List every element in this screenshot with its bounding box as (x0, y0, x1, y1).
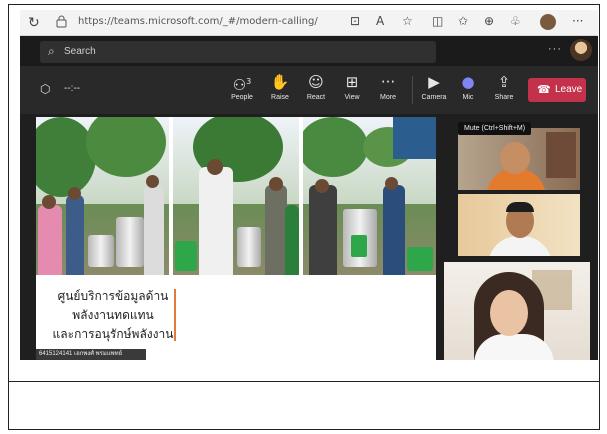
more-label: More (380, 94, 396, 101)
people-icon: ⚇3 (232, 76, 252, 94)
participant-tile-2[interactable] (458, 194, 580, 256)
share-button[interactable]: ⇪ Share (486, 72, 522, 101)
people-button[interactable]: ⚇3 People (224, 72, 260, 101)
search-box[interactable]: ⌕ Search (40, 41, 436, 63)
ellipsis-icon: ··· (380, 73, 396, 91)
raise-hand-button[interactable]: ✋ Raise (262, 72, 298, 101)
people-count: 3 (246, 77, 252, 86)
meeting-stage: ศูนย์บริการข้อมูลด้าน พลังงานทดแทน และกา… (20, 114, 598, 360)
url-text[interactable]: https://teams.microsoft.com/_#/modern-ca… (78, 16, 318, 27)
shared-photo-3 (303, 117, 436, 275)
view-label: View (344, 94, 360, 101)
smiley-icon: ☺ (308, 73, 324, 91)
meeting-timer: --:-- (64, 83, 81, 94)
address-bar: ↻ https://teams.microsoft.com/_#/modern-… (20, 10, 598, 36)
mic-button[interactable]: ● Mic (450, 72, 486, 101)
meeting-toolbar: ⬡ --:-- ⚇3 People ✋ Raise ☺ React ⊞ View… (20, 66, 598, 114)
document-row-divider (8, 381, 600, 382)
user-avatar[interactable] (570, 39, 592, 61)
presenter-name-tag: 6415124141 เอกพงศ์ พรมแพทย์ (36, 349, 146, 360)
split-screen-icon[interactable]: ◫ (432, 14, 443, 28)
camera-button[interactable]: ▶ Camera (416, 72, 452, 101)
more-icon[interactable]: ··· (572, 14, 583, 28)
video-camera-icon: ▶ (428, 73, 440, 91)
search-icon: ⌕ (48, 44, 55, 58)
profile-icon[interactable] (540, 14, 556, 30)
camera-blocked-icon[interactable]: ⊡ (350, 14, 360, 28)
lock-icon[interactable] (56, 15, 67, 28)
share-tray-icon: ⇪ (497, 73, 511, 91)
mic-label: Mic (462, 94, 474, 101)
teams-more-icon[interactable]: ··· (548, 43, 562, 55)
search-placeholder: Search (64, 46, 96, 57)
extensions-icon[interactable]: ♧ (510, 14, 521, 28)
react-button[interactable]: ☺ React (298, 72, 334, 101)
mute-tooltip: Mute (Ctrl+Shift+M) (458, 122, 532, 135)
participant-tile-1[interactable] (458, 128, 580, 190)
browser-window: ↻ https://teams.microsoft.com/_#/modern-… (20, 10, 598, 360)
read-aloud-icon[interactable]: A (376, 14, 384, 28)
raise-label: Raise (271, 94, 289, 101)
people-label: People (231, 94, 253, 101)
phone-hangup-icon: ☎ (537, 84, 551, 96)
slide-title-line-3: และการอนุรักษ์พลังงาน (52, 327, 174, 341)
toolbar-separator (412, 76, 413, 104)
favorite-icon[interactable]: ☆ (402, 14, 413, 28)
shared-photo-2 (173, 117, 299, 275)
slide-title-line-2: พลังงานทดแทน (72, 308, 154, 322)
grid-icon: ⊞ (345, 73, 359, 91)
favorites-bar-icon[interactable]: ✩ (458, 14, 468, 28)
view-button[interactable]: ⊞ View (334, 72, 370, 101)
react-label: React (306, 94, 326, 101)
collections-icon[interactable]: ⊕ (484, 14, 494, 28)
share-label: Share (494, 94, 514, 101)
teams-header: ⌕ Search ··· (20, 36, 598, 66)
hand-icon: ✋ (270, 73, 290, 91)
participant-tile-3[interactable] (444, 262, 590, 360)
slide-title: ศูนย์บริการข้อมูลด้าน พลังงานทดแทน และกา… (50, 287, 176, 344)
shared-screen: ศูนย์บริการข้อมูลด้าน พลังงานทดแทน และกา… (36, 117, 436, 360)
leave-button[interactable]: ☎ Leave (528, 78, 586, 102)
refresh-icon[interactable]: ↻ (28, 14, 40, 31)
shield-icon: ⬡ (40, 82, 51, 96)
microphone-icon: ● (461, 73, 475, 91)
more-button[interactable]: ··· More (370, 72, 406, 101)
slide-accent-bar (174, 289, 176, 341)
slide-title-line-1: ศูนย์บริการข้อมูลด้าน (57, 289, 169, 303)
leave-label: Leave (555, 84, 583, 95)
shared-photo-1 (36, 117, 169, 275)
camera-label: Camera (421, 94, 447, 101)
